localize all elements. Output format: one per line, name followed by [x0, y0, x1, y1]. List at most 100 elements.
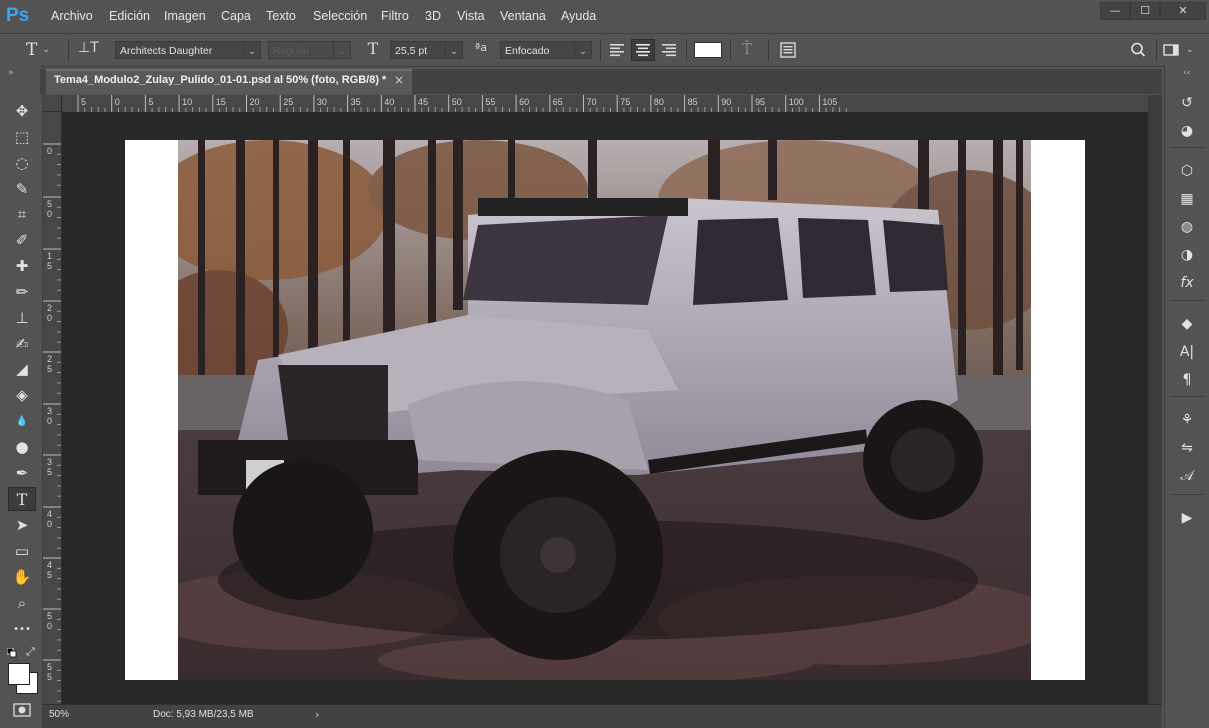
document-tab[interactable]: Tema4_Modulo2_Zulay_Pulido_01-01.psd al …: [46, 69, 412, 94]
history-brush-tool-button[interactable]: ✍: [8, 332, 36, 356]
default-colors-icon[interactable]: [6, 647, 17, 658]
hand-tool-button[interactable]: ✋: [8, 565, 36, 589]
ruler-label: 20: [250, 97, 260, 107]
layers-panel-button[interactable]: ◆: [1173, 312, 1201, 336]
align-center-button[interactable]: [631, 39, 655, 61]
zoom-level-field[interactable]: 50%: [49, 707, 83, 723]
menu-filtro[interactable]: Filtro: [381, 0, 409, 32]
actions-panel-button[interactable]: ▶: [1173, 506, 1201, 530]
ruler-label: 90: [721, 97, 731, 107]
type-tool-button[interactable]: T: [8, 487, 36, 511]
paragraph-panel-button[interactable]: ¶: [1173, 368, 1201, 392]
options-bar: T ⌄ ⊥T Architects Daughter ⌄ Regular ⌄ T…: [0, 33, 1209, 67]
lasso-tool-button[interactable]: ◌: [8, 151, 36, 175]
menu-edicion[interactable]: Edición: [109, 0, 150, 32]
menu-imagen[interactable]: Imagen: [164, 0, 206, 32]
menu-archivo[interactable]: Archivo: [51, 0, 93, 32]
3d-panel-button[interactable]: ⬡: [1173, 159, 1201, 183]
swap-colors-icon[interactable]: ⤢: [26, 645, 35, 659]
panel-separator: [1170, 147, 1204, 148]
status-menu-arrow-icon[interactable]: ›: [315, 707, 319, 723]
font-size-select[interactable]: 25,5 pt ⌄: [390, 41, 463, 59]
paint-bucket-tool-button[interactable]: ◈: [8, 383, 36, 407]
vertical-ruler[interactable]: 050152025303540455055: [43, 112, 62, 704]
align-left-button[interactable]: [606, 39, 628, 61]
menu-ayuda[interactable]: Ayuda: [561, 0, 596, 32]
menu-texto[interactable]: Texto: [266, 0, 296, 32]
clone-stamp-tool-button[interactable]: ⊥: [8, 306, 36, 330]
vertical-scrollbar[interactable]: [1148, 95, 1162, 704]
quick-mask-icon: [13, 703, 31, 717]
dodge-tool-button[interactable]: ●: [8, 435, 36, 459]
ruler-label: 70: [587, 97, 597, 107]
healing-brush-tool-button[interactable]: ✚: [8, 254, 36, 278]
tools-panel: » ✥ ⬚ ◌ ✎ ⌗ ✐ ✚ ✏ ⊥ ✍ ◢ ◈ 💧 ● ✒ T ➤ ▭ ✋ ⌕ ••• ⤢: [0, 65, 43, 728]
brush-presets-panel-button[interactable]: ⚘: [1173, 408, 1201, 432]
brush-tool-button[interactable]: ✏: [8, 280, 36, 304]
quick-select-tool-button[interactable]: ✎: [8, 177, 36, 201]
character-panel-toggle[interactable]: [778, 40, 800, 60]
search-button[interactable]: [1128, 40, 1148, 60]
ruler-label: 0: [47, 416, 52, 426]
menu-capa[interactable]: Capa: [221, 0, 251, 32]
warp-text-icon[interactable]: Ť: [736, 40, 758, 60]
photo-layer[interactable]: [178, 140, 1031, 680]
expand-panels-icon[interactable]: ‹‹: [1183, 68, 1190, 78]
zoom-tool-button[interactable]: ⌕: [8, 591, 36, 615]
font-style-select[interactable]: Regular ⌄: [268, 41, 351, 59]
blur-tool-button[interactable]: 💧: [8, 409, 36, 433]
ruler-label: 15: [216, 97, 226, 107]
3d-panel-icon: ⬡: [1180, 163, 1194, 179]
adjustments-panel-button[interactable]: ◑: [1173, 243, 1201, 267]
marquee-tool-button[interactable]: ⬚: [8, 125, 36, 149]
text-color-swatch[interactable]: [694, 42, 722, 58]
quick-mask-button[interactable]: [13, 702, 31, 718]
ruler-label: 5: [47, 570, 52, 580]
menu-vista[interactable]: Vista: [457, 0, 485, 32]
ruler-label: 0: [47, 209, 52, 219]
color-panel-button[interactable]: ◕: [1173, 119, 1201, 143]
search-icon: [1131, 42, 1146, 57]
collapse-panel-icon[interactable]: »: [8, 68, 14, 78]
history-panel-button[interactable]: ↺: [1173, 91, 1201, 115]
foreground-color-swatch[interactable]: [8, 663, 30, 685]
rectangle-tool-button[interactable]: ▭: [8, 539, 36, 563]
color-panel-icon: ◕: [1180, 123, 1194, 139]
toggle-orientation-icon[interactable]: ⊥T: [78, 40, 99, 60]
ruler-origin[interactable]: [43, 95, 62, 112]
character-panel-button[interactable]: A|: [1173, 340, 1201, 364]
menu-seleccion[interactable]: Selección: [313, 0, 367, 32]
menu-ventana[interactable]: Ventana: [500, 0, 546, 32]
styles-panel-button[interactable]: ◍: [1173, 215, 1201, 239]
glyphs-panel-button[interactable]: 𝒜: [1173, 464, 1201, 488]
path-select-tool-button[interactable]: ➤: [8, 513, 36, 537]
tab-close-icon[interactable]: ×: [394, 73, 404, 87]
swatches-panel-button[interactable]: ▦: [1173, 187, 1201, 211]
font-family-select[interactable]: Architects Daughter ⌄: [115, 41, 261, 59]
minimize-button[interactable]: —: [1100, 2, 1130, 20]
move-tool-button[interactable]: ✥: [8, 99, 36, 123]
brush-tool-icon: ✏: [15, 283, 29, 301]
fx-panel-button[interactable]: fx: [1173, 271, 1201, 295]
eyedropper-tool-button[interactable]: ✐: [8, 228, 36, 252]
eraser-tool-button[interactable]: ◢: [8, 357, 36, 381]
align-right-button[interactable]: [658, 39, 680, 61]
workspace-switcher[interactable]: ⌄: [1162, 40, 1202, 60]
swatches-panel-icon: ▦: [1180, 191, 1194, 207]
maximize-button[interactable]: ☐: [1130, 2, 1160, 20]
menu-3d[interactable]: 3D: [425, 0, 441, 32]
ruler-label: 105: [822, 97, 837, 107]
tool-preset-picker[interactable]: T ⌄: [6, 39, 50, 61]
horizontal-ruler[interactable]: 5 0 5 10 15 20 25 30 35 40 45 50 55 60 65 70 75 80 85 90 95 1…: [62, 95, 1148, 113]
more-tools-button[interactable]: •••: [8, 617, 36, 641]
properties-panel-button[interactable]: ⇋: [1173, 436, 1201, 460]
crop-tool-button[interactable]: ⌗: [8, 202, 36, 226]
healing-brush-tool-icon: ✚: [15, 257, 29, 275]
antialias-select[interactable]: Enfocado ⌄: [500, 41, 592, 59]
pen-tool-button[interactable]: ✒: [8, 461, 36, 485]
clone-stamp-tool-icon: ⊥: [15, 309, 29, 327]
ruler-label: 50: [452, 97, 462, 107]
text-color-fill: [695, 43, 721, 57]
close-button[interactable]: ✕: [1160, 2, 1206, 20]
eraser-tool-icon: ◢: [16, 360, 28, 378]
